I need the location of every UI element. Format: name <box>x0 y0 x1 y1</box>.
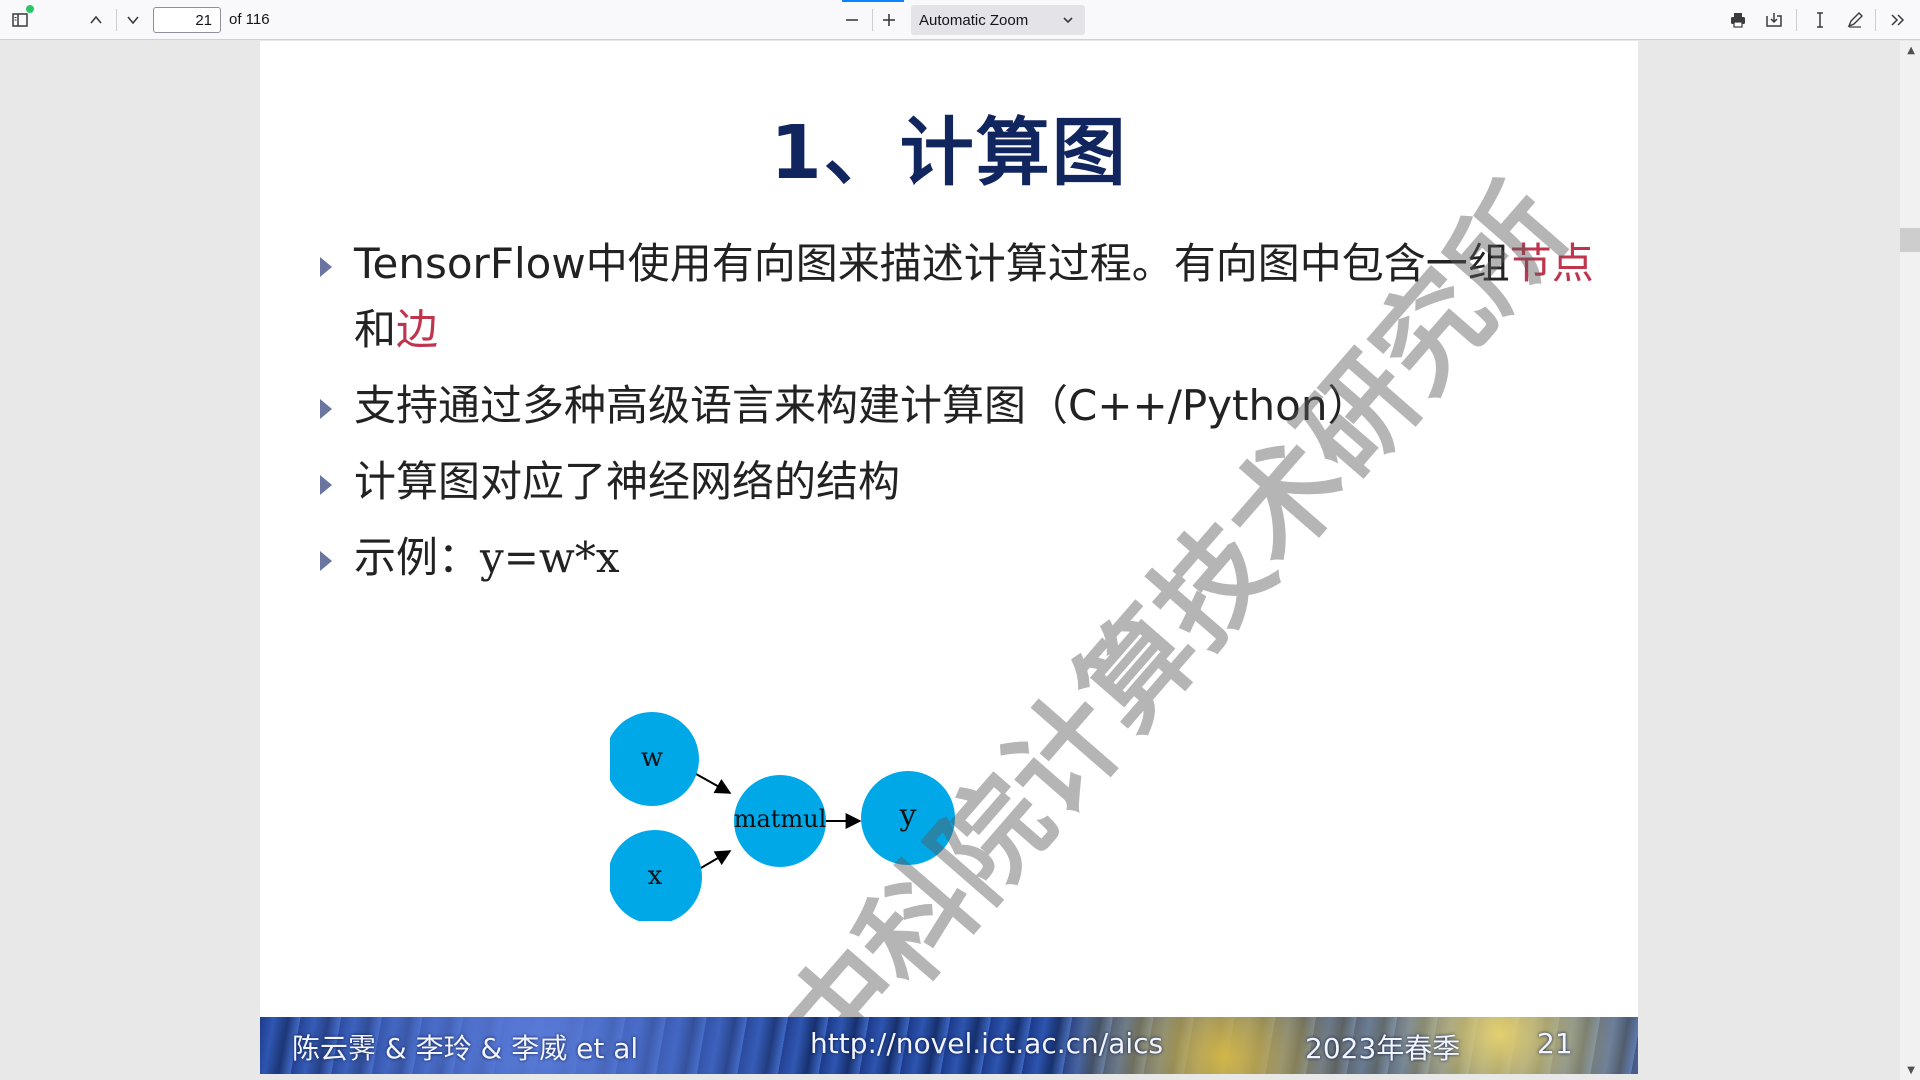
slide-footer: 陈云霁 & 李玲 & 李威 et al http://novel.ict.ac.… <box>260 1017 1638 1074</box>
text-cursor-tool-icon[interactable] <box>1806 6 1834 34</box>
bullet-item: 计算图对应了神经网络的结构 <box>312 449 1612 515</box>
scrollbar-thumb[interactable] <box>1900 228 1920 252</box>
bullet-item: TensorFlow中使用有向图来描述计算过程。有向图中包含一组节点 和边 <box>312 231 1612 363</box>
notification-dot-icon <box>26 5 34 13</box>
bullet-text: 示例： <box>354 533 481 582</box>
zoom-select[interactable]: Automatic Zoom <box>911 5 1085 35</box>
computation-graph: w x matmul y <box>610 712 955 921</box>
node-label-w: w <box>641 743 663 773</box>
next-page-icon[interactable] <box>119 6 147 34</box>
bullet-list: TensorFlow中使用有向图来描述计算过程。有向图中包含一组节点 和边 支持… <box>312 231 1612 601</box>
node-label-y: y <box>899 798 917 833</box>
bullet-item: 支持通过多种高级语言来构建计算图（C++/Python） <box>312 373 1612 439</box>
pdf-page: 1、计算图 TensorFlow中使用有向图来描述计算过程。有向图中包含一组节点… <box>260 41 1638 1074</box>
more-tools-chevron-icon[interactable] <box>1884 6 1912 34</box>
print-icon[interactable] <box>1724 6 1752 34</box>
toolbar-divider <box>872 9 873 31</box>
footer-term: 2023年春季 <box>1305 1032 1461 1065</box>
node-label-matmul: matmul <box>734 805 827 833</box>
bullet-marker-icon <box>320 475 332 495</box>
scroll-down-icon[interactable]: ▼ <box>1907 1065 1915 1076</box>
bullet-text: 计算图对应了神经网络的结构 <box>354 457 901 506</box>
slide-title: 1、计算图 <box>770 110 1128 196</box>
bullet-marker-icon <box>320 257 332 277</box>
bullet-marker-icon <box>320 399 332 419</box>
toolbar-divider <box>116 9 117 31</box>
draw-pen-icon[interactable] <box>1841 6 1869 34</box>
math-expression: y=w*x <box>480 533 620 582</box>
footer-page-number: 21 <box>1537 1027 1573 1060</box>
pdf-toolbar: of 116 Automatic Zoom <box>0 0 1920 40</box>
footer-url: http://novel.ict.ac.cn/aics <box>810 1027 1164 1060</box>
toolbar-divider <box>1875 9 1876 31</box>
bullet-item: 示例：y=w*x <box>312 525 1612 591</box>
chevron-down-icon <box>1063 17 1073 24</box>
zoom-select-label: Automatic Zoom <box>919 11 1029 29</box>
bullet-text: 和 <box>354 305 397 354</box>
highlight-text: 节点 <box>1509 239 1594 288</box>
scroll-up-icon[interactable]: ▲ <box>1907 45 1915 56</box>
zoom-out-icon[interactable] <box>838 6 866 34</box>
previous-page-icon[interactable] <box>82 6 110 34</box>
footer-authors: 陈云霁 & 李玲 & 李威 et al <box>292 1032 639 1065</box>
bullet-text: 支持通过多种高级语言来构建计算图（C++/Python） <box>354 381 1370 430</box>
bullet-text: TensorFlow中使用有向图来描述计算过程。有向图中包含一组 <box>354 239 1510 288</box>
highlight-text: 边 <box>396 305 439 354</box>
save-download-icon[interactable] <box>1760 6 1788 34</box>
loading-progress-bar <box>842 0 904 2</box>
toolbar-divider <box>1796 9 1797 31</box>
zoom-in-icon[interactable] <box>875 6 903 34</box>
node-label-x: x <box>648 861 663 891</box>
page-count-label: of 116 <box>229 11 270 28</box>
bullet-marker-icon <box>320 551 332 571</box>
vertical-scrollbar[interactable]: ▲ ▼ <box>1900 41 1920 1080</box>
page-number-input[interactable] <box>153 7 221 33</box>
